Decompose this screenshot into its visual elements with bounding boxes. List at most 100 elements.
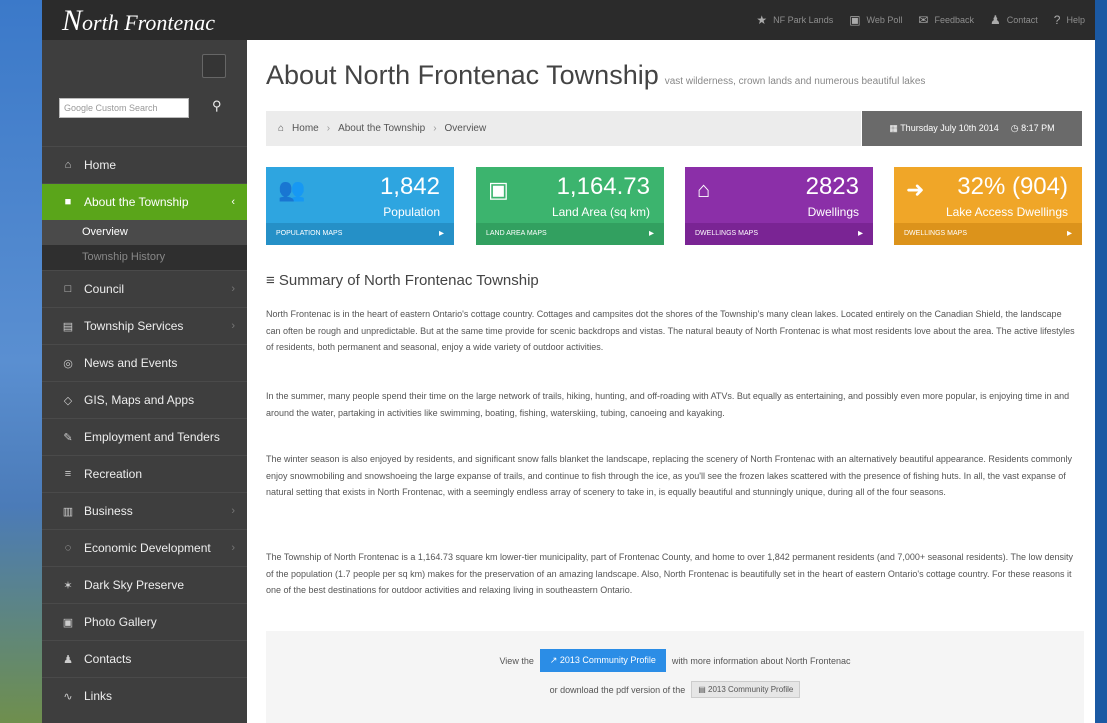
- sidebar-item-label: Dark Sky Preserve: [84, 578, 185, 592]
- sidebar-item[interactable]: ≡ Recreation: [42, 455, 247, 492]
- sidebar-item[interactable]: ▤ Township Services ›: [42, 307, 247, 344]
- topnav-label: Contact: [1006, 15, 1038, 25]
- recreation-icon: ≡: [64, 468, 72, 480]
- sidebar-item[interactable]: ◇ GIS, Maps and Apps: [42, 381, 247, 418]
- summary-paragraph: In the summer, many people spend their t…: [266, 391, 1070, 418]
- sidebar-item-label: Economic Development: [84, 541, 211, 555]
- download-row: or download the pdf version of the ▤ 201…: [266, 681, 1084, 698]
- date-text: Thursday July 10th 2014: [900, 123, 999, 133]
- breadcrumb-current: Overview: [444, 123, 487, 134]
- topnav-link[interactable]: ? Help: [1054, 13, 1085, 27]
- breadcrumb-about[interactable]: About the Township: [338, 123, 425, 134]
- image-icon: ▣: [849, 13, 861, 27]
- sidebar-subitem[interactable]: Overview: [42, 220, 247, 245]
- arrow-icon: ▸: [438, 228, 444, 239]
- sidebar-item[interactable]: ∿ Links: [42, 677, 247, 714]
- file-icon: ▤: [698, 685, 706, 694]
- sidebar-item-label: GIS, Maps and Apps: [84, 393, 195, 407]
- sidebar-item[interactable]: ✎ Employment and Tenders: [42, 418, 247, 455]
- topnav-link[interactable]: ▣ Web Poll: [849, 13, 902, 27]
- arrow-icon: ▸: [648, 228, 654, 239]
- stat-label: Population: [383, 205, 440, 219]
- home-icon: ⌂: [697, 177, 711, 202]
- stat-tile[interactable]: 👥 1,842 Population POPULATION MAPS ▸: [266, 167, 454, 245]
- stat-tile[interactable]: ➜ 32% (904) Lake Access Dwellings DWELLINGS…: [894, 167, 1082, 245]
- sidebar-subitem[interactable]: Township History: [42, 245, 247, 270]
- sidebar-item[interactable]: ▣ Photo Gallery: [42, 603, 247, 640]
- comment-icon: ✉: [918, 13, 929, 27]
- link-icon: ∿: [63, 690, 73, 703]
- stat-value: 32% (904): [957, 173, 1068, 200]
- sidebar-item[interactable]: ▥ Business ›: [42, 492, 247, 529]
- stat-label: Dwellings: [807, 205, 859, 219]
- image-icon: ▣: [488, 177, 509, 202]
- community-profile-row: View the ↗ 2013 Community Profile with m…: [266, 649, 1084, 672]
- stat-tile[interactable]: ▣ 1,164.73 Land Area (sq km) LAND AREA MAPS…: [476, 167, 664, 245]
- stat-footer-link[interactable]: LAND AREA MAPS ▸: [476, 223, 664, 245]
- home-icon: ⌂: [64, 159, 72, 171]
- topnav-label: NF Park Lands: [773, 15, 834, 25]
- summary-paragraph: The Township of North Frontenac is a 1,1…: [266, 552, 1074, 595]
- cta-suffix: with more information about North Fronte…: [671, 655, 851, 666]
- page-title: About North Frontenac Township vast wilde…: [266, 60, 926, 90]
- topnav-link[interactable]: ✉ Feedback: [918, 13, 974, 27]
- community-profile-panel: View the ↗ 2013 Community Profile with m…: [266, 631, 1084, 723]
- calendar-icon: ▦: [889, 123, 898, 133]
- chevron-right-icon: ›: [231, 505, 235, 517]
- news-icon: ◎: [63, 357, 73, 370]
- stat-value: 2823: [805, 173, 859, 200]
- top-navbar: North Frontenac ★ NF Park Lands ▣ Web Poll ✉…: [42, 0, 1095, 40]
- community-profile-button[interactable]: ↗ 2013 Community Profile: [539, 649, 666, 672]
- photo-icon: ▣: [62, 616, 74, 629]
- clock-icon: ◷: [1010, 123, 1019, 133]
- sidebar-item[interactable]: ■ About the Township ‹: [42, 183, 247, 220]
- stat-footer-link[interactable]: DWELLINGS MAPS ▸: [894, 223, 1082, 245]
- search-input[interactable]: Google Custom Search: [59, 98, 189, 118]
- chevron-right-icon: ›: [231, 320, 235, 332]
- sidebar-item[interactable]: ♟ Contacts: [42, 640, 247, 677]
- chevron-right-icon: ›: [231, 542, 235, 554]
- sidebar-toggle-button[interactable]: [202, 54, 226, 78]
- sidebar-item[interactable]: ⌂ Home: [42, 146, 247, 183]
- download-pdf-button[interactable]: ▤ 2013 Community Profile: [691, 681, 801, 698]
- browser-page: North Frontenac ★ NF Park Lands ▣ Web Poll ✉…: [42, 0, 1095, 723]
- map-icon: ◇: [63, 394, 73, 407]
- sidebar-item-label: Links: [84, 689, 113, 703]
- search-icon[interactable]: ⚲: [212, 98, 222, 114]
- desktop-background-left: [0, 0, 42, 723]
- topnav-link[interactable]: ♟ Contact: [990, 13, 1038, 27]
- home-icon: ⌂: [278, 123, 285, 134]
- topnav-label: Web Poll: [866, 15, 903, 25]
- stat-tile[interactable]: ⌂ 2823 Dwellings DWELLINGS MAPS ▸: [685, 167, 873, 245]
- main-content: About North Frontenac Township vast wilde…: [247, 40, 1095, 723]
- breadcrumb-separator: ›: [326, 123, 331, 134]
- sidebar-item-label: Photo Gallery: [84, 615, 157, 629]
- breadcrumb: ⌂ Home › About the Township › Overview: [266, 111, 861, 146]
- sidebar-item[interactable]: □ Council ›: [42, 270, 247, 307]
- stat-footer-link[interactable]: POPULATION MAPS ▸: [266, 223, 454, 245]
- topnav-label: Feedback: [934, 15, 974, 25]
- topnav-label: Help: [1066, 15, 1085, 25]
- breadcrumb-home[interactable]: Home: [292, 123, 319, 134]
- stat-footer-link[interactable]: DWELLINGS MAPS ▸: [685, 223, 873, 245]
- star-icon: ✶: [63, 579, 73, 592]
- sidebar-item[interactable]: ◌ Economic Development ›: [42, 529, 247, 566]
- chevron-right-icon: ›: [231, 283, 235, 295]
- sidebar-item[interactable]: ✶ Dark Sky Preserve: [42, 566, 247, 603]
- summary-paragraph: The winter season is also enjoyed by res…: [266, 454, 1072, 497]
- user-icon: ♟: [990, 13, 1001, 27]
- arrow-icon: ▸: [857, 228, 863, 239]
- sidebar-item[interactable]: ◎ News and Events: [42, 344, 247, 381]
- sidebar-item-label: Contacts: [84, 652, 132, 666]
- stat-value: 1,842: [379, 173, 440, 200]
- download-prefix: or download the pdf version of the: [549, 684, 686, 695]
- help-icon: ?: [1053, 13, 1061, 27]
- cta-prefix: View the: [499, 655, 534, 666]
- summary-heading: ≡ Summary of North Frontenac Township: [266, 272, 539, 289]
- sidebar-item-label: About the Township: [84, 195, 189, 209]
- summary-paragraph: North Frontenac is in the heart of easte…: [266, 309, 1075, 352]
- topnav-link[interactable]: ★ NF Park Lands: [756, 13, 833, 27]
- book-icon: ■: [64, 196, 72, 208]
- users-icon: 👥: [278, 177, 306, 202]
- site-logo[interactable]: North Frontenac: [62, 4, 215, 38]
